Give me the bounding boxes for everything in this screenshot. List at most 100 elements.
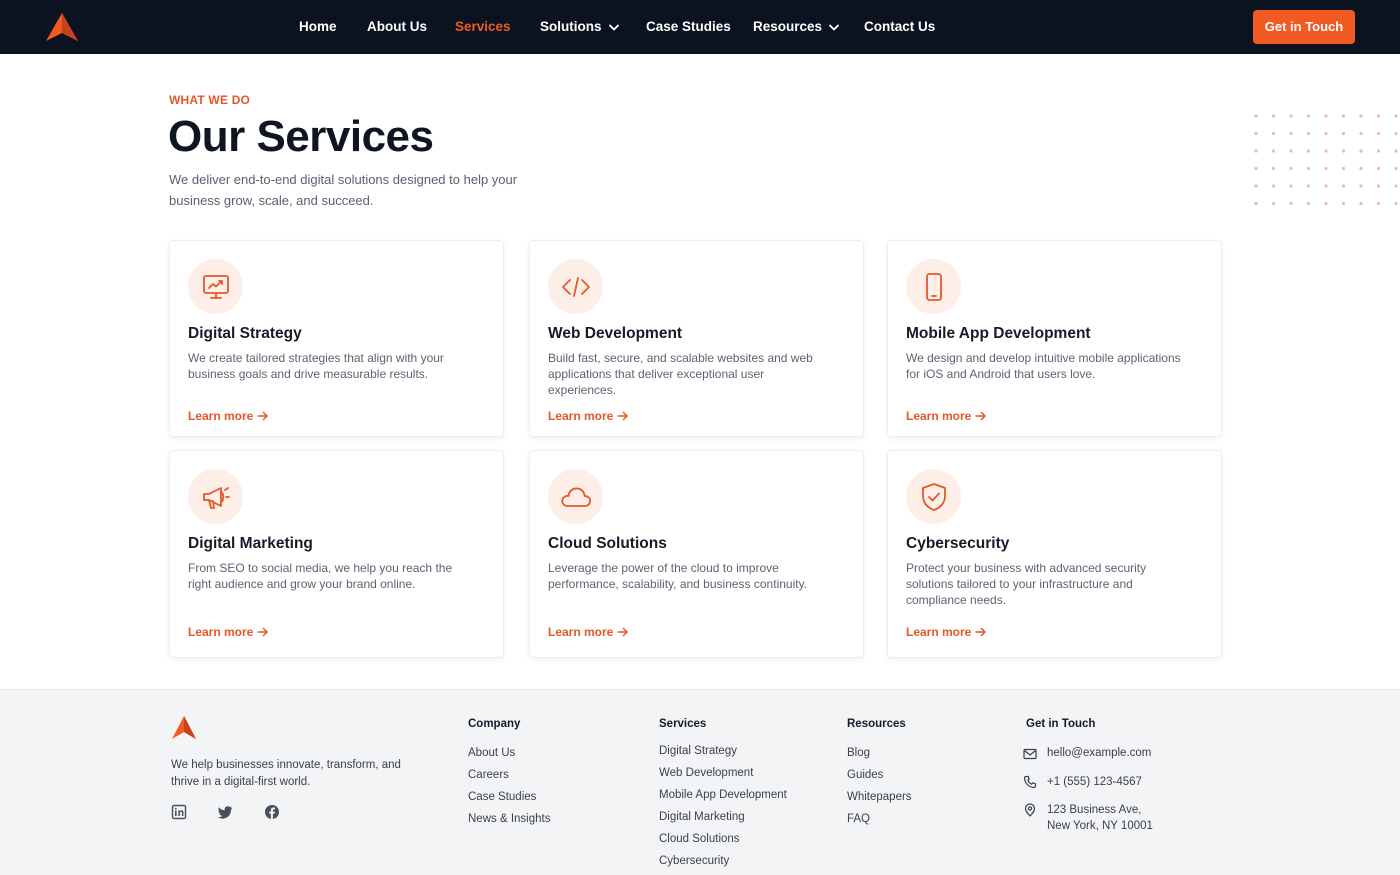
- card-description: From SEO to social media, we help you re…: [188, 561, 453, 591]
- card-icon-circle: [548, 259, 603, 314]
- footer-col-title-resources: Resources: [847, 718, 906, 730]
- card-icon-circle: [906, 259, 961, 314]
- decorative-dot: [1376, 149, 1381, 153]
- decorative-dot: [1306, 201, 1311, 206]
- decorative-dot: [1341, 201, 1346, 206]
- footer-link[interactable]: About Us: [468, 747, 515, 759]
- contact-email[interactable]: hello@example.com: [1047, 745, 1151, 761]
- decorative-dot: [1306, 166, 1311, 171]
- card-description: Protect your business with advanced secu…: [906, 561, 1147, 607]
- card-description: Leverage the power of the cloud to impro…: [548, 561, 808, 591]
- decorative-dot: [1341, 149, 1346, 153]
- card-title: Web Development: [548, 325, 683, 342]
- footer-col-title-company: Company: [468, 718, 521, 730]
- card-title: Digital Strategy: [188, 325, 302, 342]
- footer-link[interactable]: FAQ: [847, 813, 870, 825]
- twitter-icon[interactable]: [217, 804, 233, 820]
- decorative-dot: [1289, 114, 1293, 118]
- decorative-dot: [1306, 114, 1311, 118]
- linkedin-icon[interactable]: [171, 804, 187, 820]
- decorative-dot: [1341, 184, 1346, 188]
- learn-more-link[interactable]: Learn more: [906, 408, 987, 424]
- decorative-dot: [1359, 201, 1363, 206]
- learn-more-link[interactable]: Learn more: [188, 624, 269, 640]
- nav-item-label: Solutions: [540, 19, 602, 34]
- service-card-cloud-solutions: Cloud Solutions Leverage the power of th…: [529, 450, 864, 658]
- footer-link[interactable]: News & Insights: [468, 813, 550, 825]
- decorative-dot: [1271, 114, 1276, 118]
- logo-triangle-icon[interactable]: [171, 715, 197, 740]
- footer-col-title-contact: Get in Touch: [1026, 718, 1096, 730]
- decorative-dot: [1376, 201, 1381, 206]
- learn-more-link[interactable]: Learn more: [548, 408, 629, 424]
- decorative-dot: [1306, 184, 1311, 188]
- footer-link[interactable]: Digital Strategy: [659, 745, 737, 757]
- service-card-digital-marketing: Digital Marketing From SEO to social med…: [169, 450, 504, 658]
- decorative-dot: [1376, 131, 1381, 136]
- card-description: We design and develop intuitive mobile a…: [906, 351, 1181, 381]
- learn-more-link[interactable]: Learn more: [548, 624, 629, 640]
- get-in-touch-button[interactable]: Get in Touch: [1253, 10, 1355, 44]
- decorative-dot: [1254, 201, 1258, 206]
- decorative-dot: [1341, 166, 1346, 171]
- footer-link[interactable]: Web Development: [659, 767, 753, 779]
- footer-link[interactable]: Digital Marketing: [659, 811, 745, 823]
- decorative-dot: [1324, 184, 1328, 188]
- smartphone-icon: [925, 272, 942, 301]
- footer-link[interactable]: Case Studies: [468, 791, 536, 803]
- decorative-dot-grid: [1254, 114, 1398, 206]
- arrow-right-icon: [617, 411, 629, 421]
- mail-icon: [1023, 748, 1037, 760]
- footer-col-title-services: Services: [659, 718, 707, 730]
- monitor-chart-icon: [202, 274, 229, 299]
- shield-check-icon: [921, 482, 946, 511]
- footer-link[interactable]: Guides: [847, 769, 883, 781]
- decorative-dot: [1289, 184, 1293, 188]
- phone-icon: [1023, 775, 1037, 789]
- nav-item-case-studies[interactable]: Case Studies: [646, 18, 731, 36]
- decorative-dot: [1324, 131, 1328, 136]
- arrow-right-icon: [257, 627, 269, 637]
- decorative-dot: [1394, 114, 1398, 118]
- decorative-dot: [1324, 149, 1328, 153]
- chevron-down-icon: [608, 24, 619, 31]
- decorative-dot: [1254, 114, 1258, 118]
- learn-more-link[interactable]: Learn more: [906, 624, 987, 640]
- decorative-dot: [1254, 184, 1258, 188]
- footer-link[interactable]: Mobile App Development: [659, 789, 787, 801]
- footer-tagline: We help businesses innovate, transform, …: [171, 759, 401, 788]
- learn-more-label: Learn more: [906, 625, 972, 639]
- decorative-dot: [1359, 166, 1363, 171]
- arrow-right-icon: [257, 411, 269, 421]
- arrow-right-icon: [975, 411, 987, 421]
- decorative-dot: [1306, 131, 1311, 136]
- decorative-dot: [1359, 114, 1363, 118]
- footer-link[interactable]: Whitepapers: [847, 791, 912, 803]
- nav-item-services[interactable]: Services: [455, 18, 511, 36]
- decorative-dot: [1394, 131, 1398, 136]
- nav-item-about-us[interactable]: About Us: [367, 18, 427, 36]
- footer-link[interactable]: Careers: [468, 769, 509, 781]
- nav-item-label: Resources: [753, 19, 823, 34]
- nav-item-resources[interactable]: Resources: [753, 18, 839, 36]
- decorative-dot: [1359, 184, 1363, 188]
- decorative-dot: [1394, 201, 1398, 206]
- decorative-dot: [1271, 149, 1276, 153]
- location-pin-icon: [1024, 803, 1036, 817]
- footer-link[interactable]: Blog: [847, 747, 870, 759]
- facebook-icon[interactable]: [264, 804, 280, 820]
- contact-phone[interactable]: +1 (555) 123-4567: [1047, 774, 1142, 790]
- footer-link[interactable]: Cybersecurity: [659, 855, 729, 867]
- nav-item-label: Case Studies: [646, 19, 731, 34]
- nav-item-home[interactable]: Home: [299, 18, 337, 36]
- chevron-down-icon: [829, 24, 839, 31]
- decorative-dot: [1289, 149, 1293, 153]
- nav-item-solutions[interactable]: Solutions: [540, 18, 619, 36]
- nav-item-contact-us[interactable]: Contact Us: [864, 18, 935, 36]
- decorative-dot: [1394, 149, 1398, 153]
- arrow-right-icon: [975, 627, 987, 637]
- footer-link[interactable]: Cloud Solutions: [659, 833, 740, 845]
- learn-more-label: Learn more: [188, 409, 254, 423]
- card-icon-circle: [906, 469, 961, 524]
- learn-more-link[interactable]: Learn more: [188, 408, 269, 424]
